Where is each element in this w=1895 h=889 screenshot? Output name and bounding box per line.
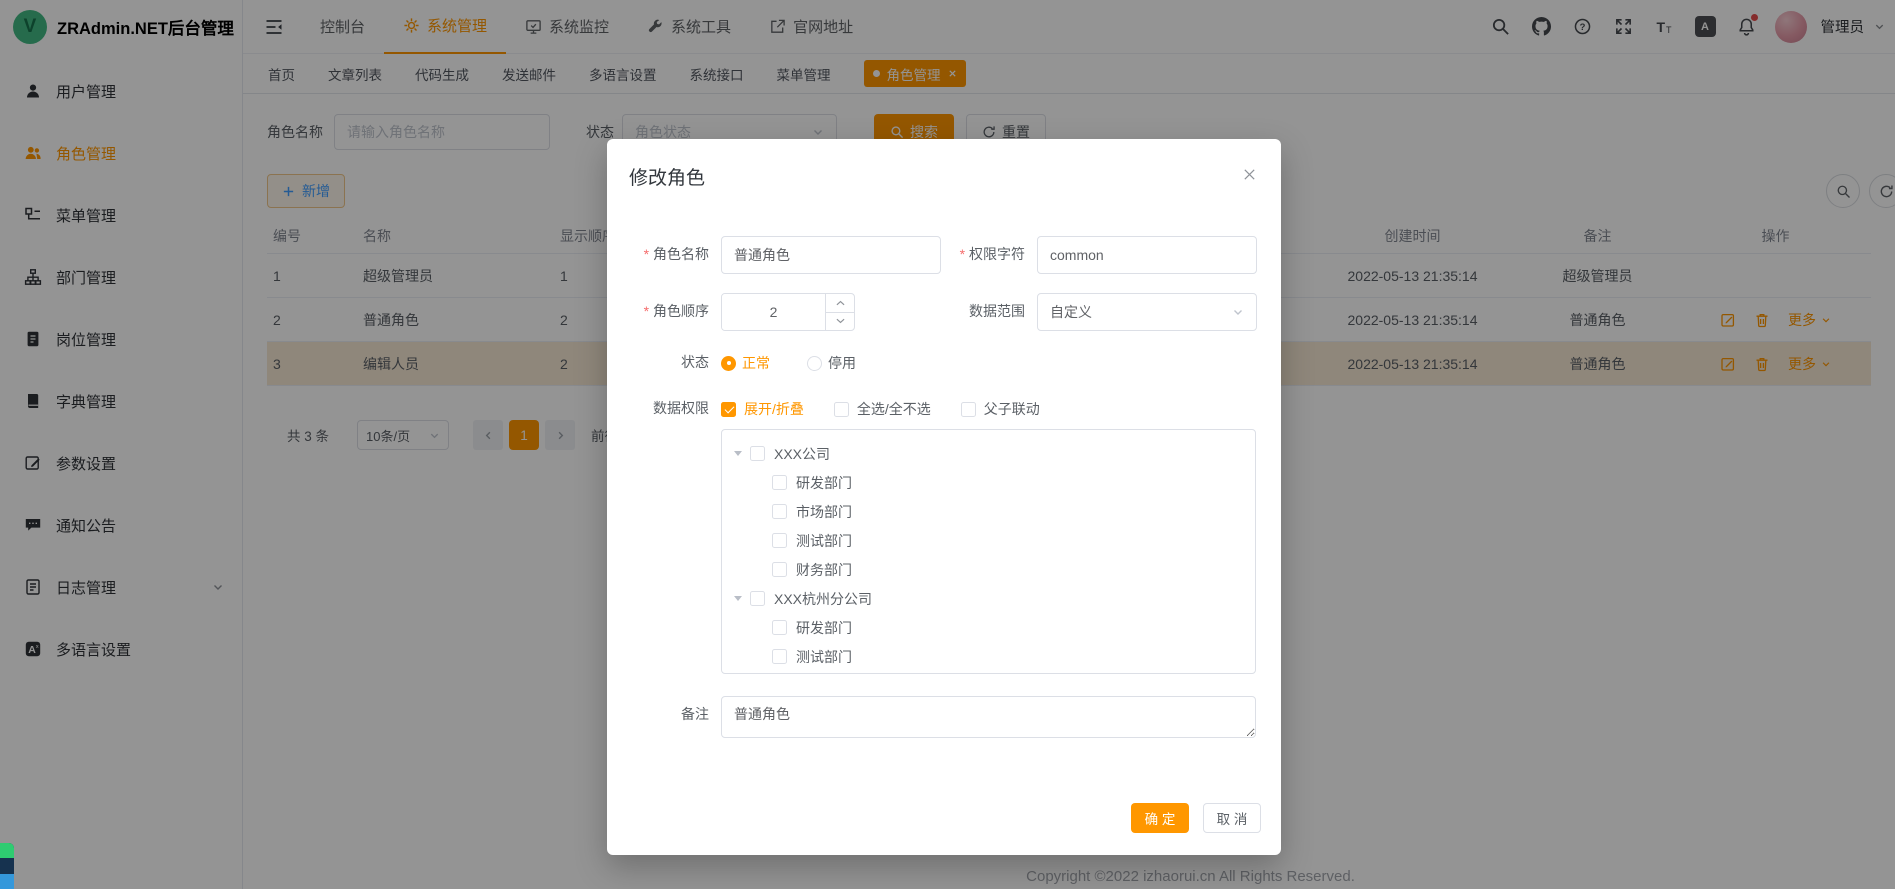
- dialog-footer: 确 定 取 消: [1131, 803, 1261, 833]
- tree-expand-caret-icon[interactable]: [734, 451, 742, 456]
- status-disabled-label: 停用: [828, 353, 856, 373]
- checkbox-unchecked-icon[interactable]: [772, 562, 787, 577]
- checkbox-unchecked-icon: [834, 402, 849, 417]
- form-row-status: 状态 正常 停用: [627, 353, 1261, 373]
- tree-node-label: 财务部门: [796, 560, 852, 580]
- status-normal-option[interactable]: 正常: [721, 353, 770, 373]
- form-row-order-scope: 角色顺序 数据范围 自定义: [627, 293, 1261, 331]
- tree-node-dept[interactable]: 测试部门: [722, 526, 1255, 555]
- data-permission-label: 数据权限: [627, 400, 709, 418]
- data-scope-select[interactable]: 自定义: [1037, 293, 1257, 331]
- form-row-name-key: 角色名称 权限字符: [627, 236, 1261, 274]
- cancel-button[interactable]: 取 消: [1203, 803, 1261, 833]
- tree-node-label: 市场部门: [796, 502, 852, 522]
- close-icon: [1242, 167, 1257, 182]
- role-order-input[interactable]: [722, 294, 825, 330]
- remark-label: 备注: [627, 706, 709, 724]
- tree-node-company[interactable]: XXX公司: [722, 439, 1255, 468]
- radio-unchecked-icon: [807, 356, 822, 371]
- status-normal-label: 正常: [742, 353, 770, 373]
- tree-node-label: 测试部门: [796, 531, 852, 551]
- corner-widget-bar: [0, 843, 14, 858]
- stepper-up-button[interactable]: [826, 294, 854, 313]
- role-name-input[interactable]: [721, 236, 941, 274]
- status-radio-group: 正常 停用: [721, 353, 1257, 373]
- expand-collapse-checkbox[interactable]: 展开/折叠: [721, 399, 804, 419]
- checkbox-unchecked-icon[interactable]: [772, 649, 787, 664]
- dialog-close-button[interactable]: [1242, 167, 1257, 182]
- corner-widget-bar: [0, 858, 14, 873]
- tree-node-label: 研发部门: [796, 473, 852, 493]
- dialog-title: 修改角色: [627, 159, 1261, 190]
- role-key-label: 权限字符: [953, 246, 1025, 264]
- role-order-stepper: [721, 293, 855, 331]
- tree-node-label: 测试部门: [796, 647, 852, 667]
- checkbox-unchecked-icon[interactable]: [750, 591, 765, 606]
- corner-widget-bar: [0, 874, 14, 889]
- tree-node-dept[interactable]: 测试部门: [722, 642, 1255, 671]
- stepper-buttons: [825, 294, 854, 330]
- corner-widget[interactable]: [0, 843, 14, 889]
- parent-child-link-label: 父子联动: [984, 399, 1040, 419]
- select-all-label: 全选/全不选: [857, 399, 931, 419]
- confirm-button[interactable]: 确 定: [1131, 803, 1189, 833]
- status-disabled-option[interactable]: 停用: [807, 353, 856, 373]
- checkbox-unchecked-icon[interactable]: [772, 475, 787, 490]
- parent-child-link-checkbox[interactable]: 父子联动: [961, 399, 1040, 419]
- tree-node-dept[interactable]: 研发部门: [722, 468, 1255, 497]
- tree-node-dept[interactable]: 市场部门: [722, 497, 1255, 526]
- form-row-remark: 备注 普通角色: [627, 696, 1261, 738]
- role-order-label: 角色顺序: [627, 303, 709, 321]
- data-scope-label: 数据范围: [953, 303, 1025, 321]
- select-all-checkbox[interactable]: 全选/全不选: [834, 399, 931, 419]
- tree-expand-caret-icon[interactable]: [734, 596, 742, 601]
- tree-node-label: XXX公司: [774, 444, 830, 464]
- checkbox-unchecked-icon[interactable]: [750, 446, 765, 461]
- data-scope-value: 自定义: [1050, 302, 1092, 322]
- stepper-down-button[interactable]: [826, 313, 854, 331]
- tree-node-dept[interactable]: 研发部门: [722, 613, 1255, 642]
- checkbox-unchecked-icon[interactable]: [772, 533, 787, 548]
- role-key-input[interactable]: [1037, 236, 1257, 274]
- chevron-down-icon: [1232, 306, 1244, 318]
- role-name-label: 角色名称: [627, 246, 709, 264]
- expand-collapse-label: 展开/折叠: [744, 399, 804, 419]
- radio-checked-icon: [721, 356, 736, 371]
- department-tree: XXX公司 研发部门 市场部门 测试部门 财务部门 XXX杭州分公司 研发部门: [721, 429, 1256, 674]
- checkbox-unchecked-icon[interactable]: [772, 620, 787, 635]
- remark-textarea[interactable]: 普通角色: [721, 696, 1256, 738]
- checkbox-checked-icon: [721, 402, 736, 417]
- checkbox-unchecked-icon: [961, 402, 976, 417]
- permission-checkbox-group: 展开/折叠 全选/全不选 父子联动: [721, 399, 1257, 419]
- tree-node-label: XXX杭州分公司: [774, 589, 872, 609]
- chevron-up-icon: [836, 300, 845, 306]
- chevron-down-icon: [836, 318, 845, 324]
- form-row-permissions: 数据权限 展开/折叠 全选/全不选 父子联动: [627, 399, 1261, 419]
- tree-node-branch-company[interactable]: XXX杭州分公司: [722, 584, 1255, 613]
- edit-role-dialog: 修改角色 角色名称 权限字符 角色顺序 数据范围 自定义: [607, 139, 1281, 855]
- tree-node-label: 研发部门: [796, 618, 852, 638]
- tree-node-dept[interactable]: 财务部门: [722, 555, 1255, 584]
- checkbox-unchecked-icon[interactable]: [772, 504, 787, 519]
- status-label: 状态: [627, 354, 709, 372]
